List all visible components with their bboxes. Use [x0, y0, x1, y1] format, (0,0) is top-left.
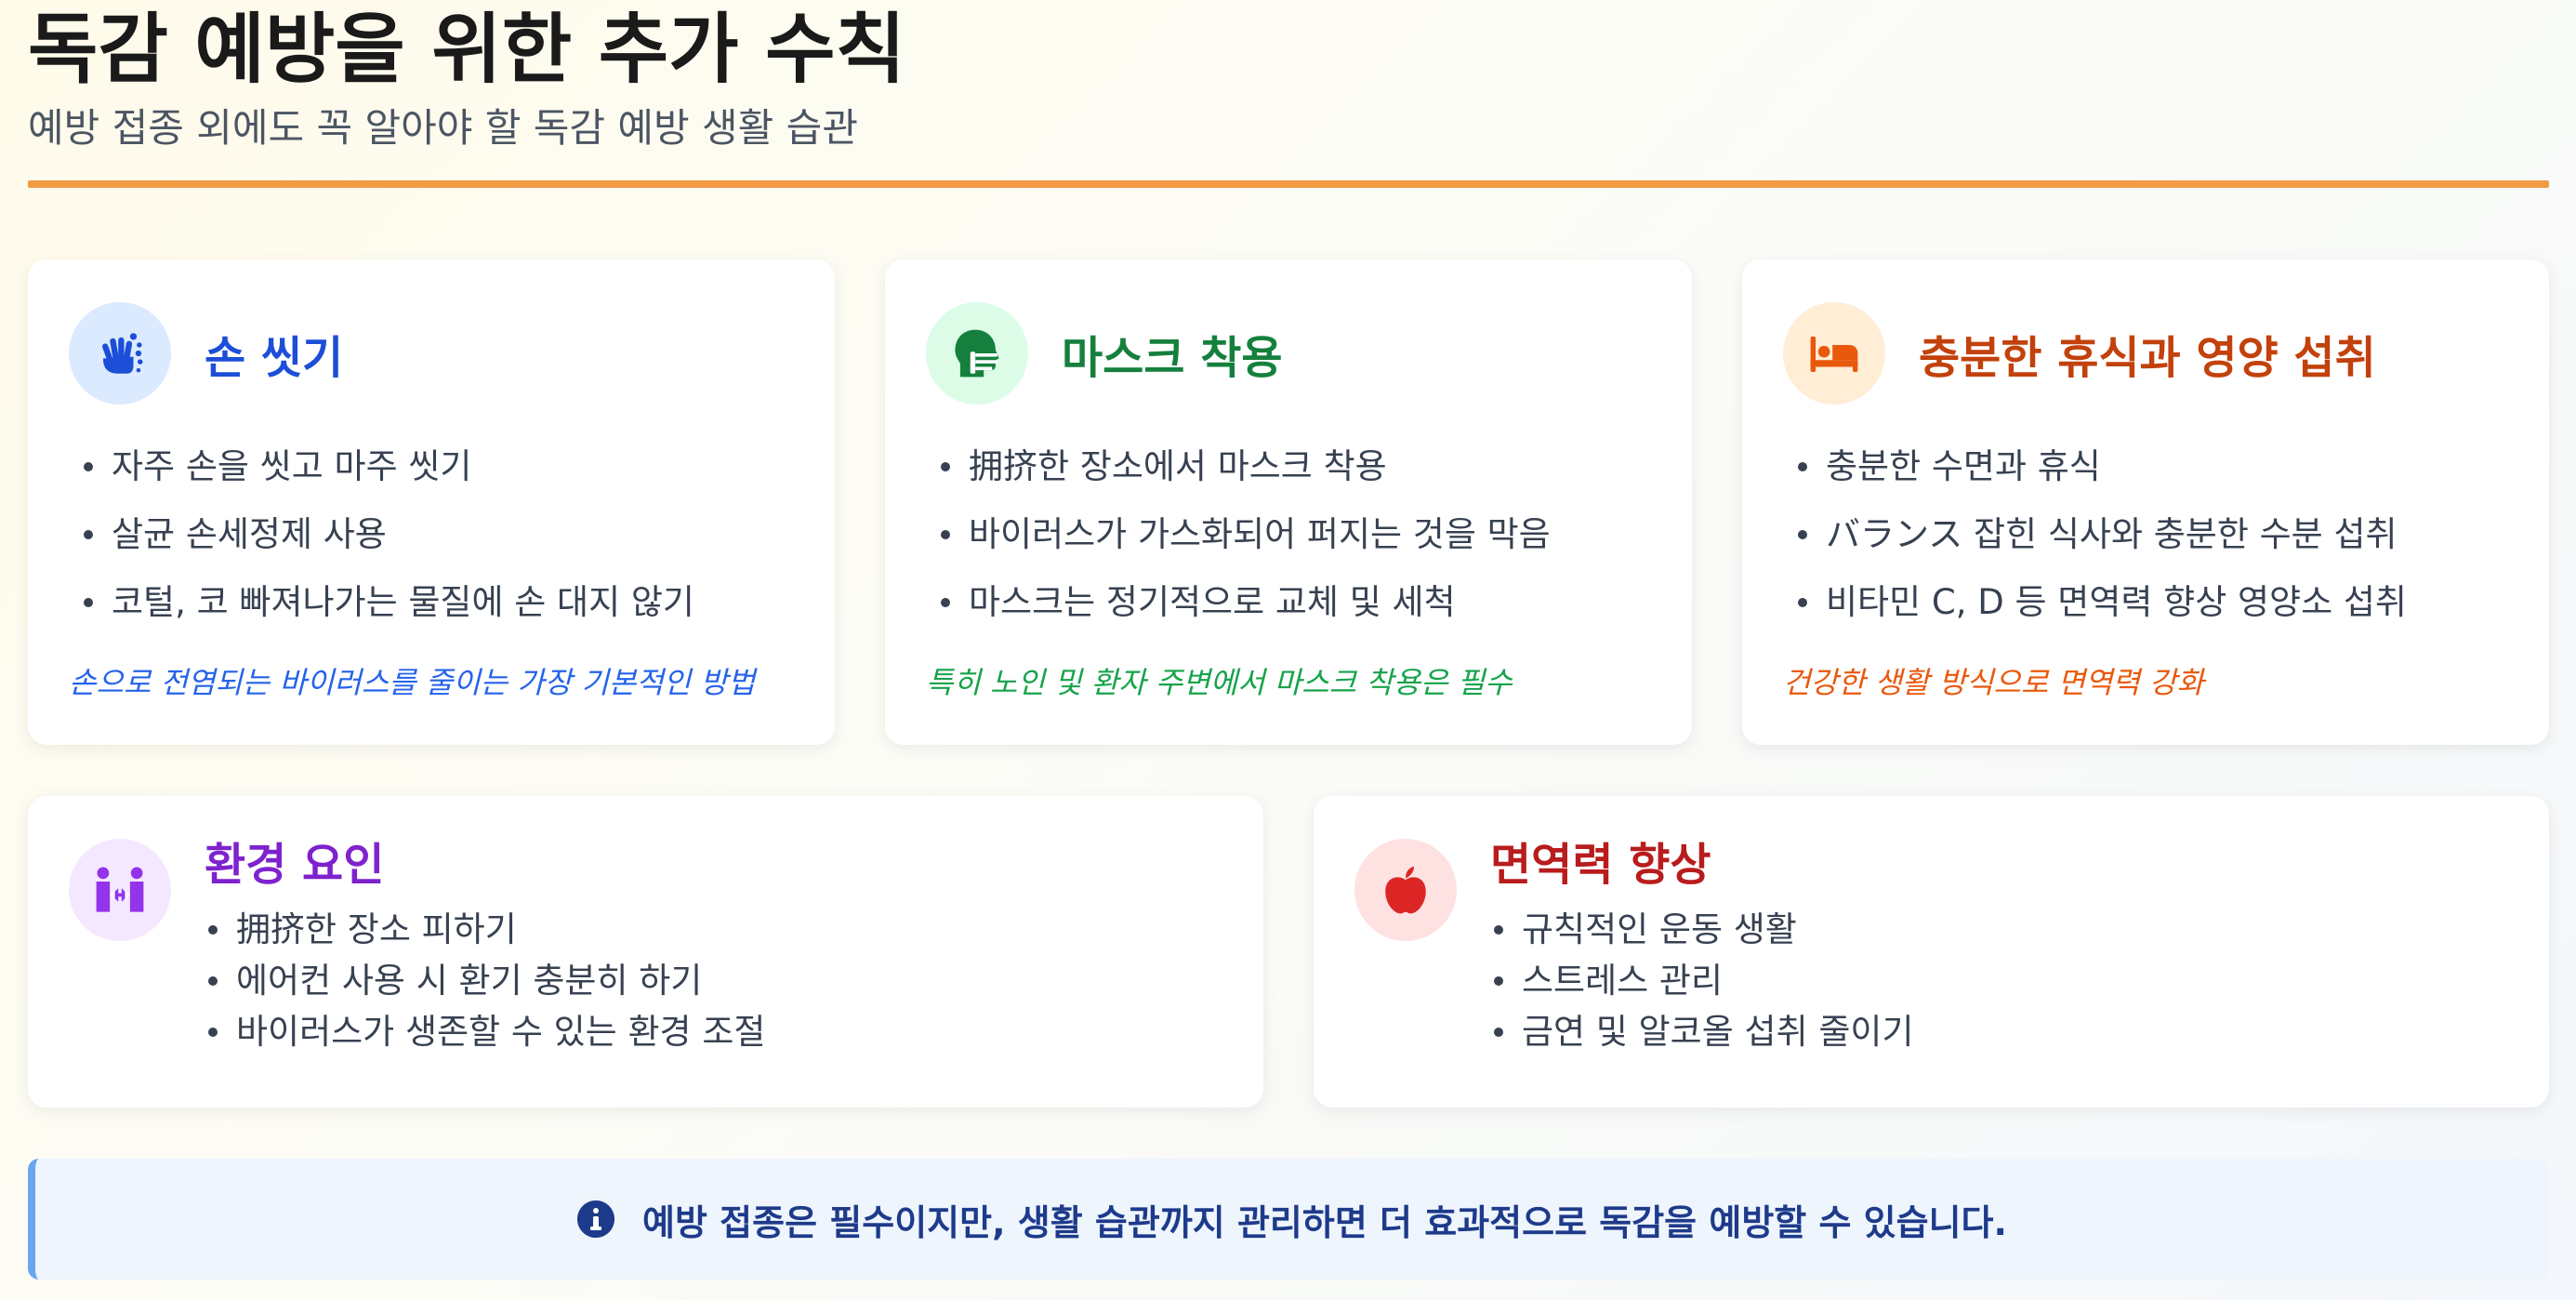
card-note: 특히 노인 및 환자 주변에서 마스크 착용은 필수	[926, 665, 1513, 700]
list-item: 拥挤한 장소 피하기	[205, 904, 765, 955]
card-rest-nutrition: 충분한 휴식과 영양 섭취 충분한 수면과 휴식 バランス 잡힌 식사와 충분한…	[1742, 259, 2549, 745]
list-item: 규칙적인 운동 생활	[1490, 904, 1913, 955]
list-item: 금연 및 알코올 섭취 줄이기	[1490, 1006, 1913, 1057]
list-item: 자주 손을 씻고 마주 씻기	[69, 432, 794, 500]
page: 독감 예방을 위한 추가 수칙 예방 접종 외에도 꼭 알아야 할 독감 예방 …	[28, 0, 2549, 1280]
page-subtitle: 예방 접종 외에도 꼭 알아야 할 독감 예방 생활 습관	[28, 105, 858, 151]
card-header: 충분한 휴식과 영양 섭취	[1783, 302, 2508, 405]
icon-badge	[1354, 839, 1457, 941]
list-item: 충분한 수면과 휴식	[1783, 432, 2508, 500]
card-row-bottom: 환경 요인 拥挤한 장소 피하기 에어컨 사용 시 환기 충분히 하기 바이러스…	[28, 796, 2549, 1108]
card-body: 환경 요인 拥挤한 장소 피하기 에어컨 사용 시 환기 충분히 하기 바이러스…	[205, 839, 765, 1057]
list-item: 마스크는 정기적으로 교체 및 세척	[926, 568, 1651, 636]
card-title: 손 씻기	[205, 332, 344, 384]
bullet-list: 拥挤한 장소에서 마스크 착용 바이러스가 가스화되어 퍼지는 것을 막음 마스…	[926, 432, 1651, 636]
card-note: 손으로 전염되는 바이러스를 줄이는 가장 기본적인 방법	[69, 665, 756, 700]
card-note: 건강한 생활 방식으로 면역력 강화	[1783, 665, 2204, 700]
people-arrows-icon	[96, 867, 144, 912]
list-item: バランス 잡힌 식사와 충분한 수분 섭취	[1783, 500, 2508, 568]
page-title: 독감 예방을 위한 추가 수칙	[28, 6, 906, 94]
banner-text: 예방 접종은 필수이지만, 생활 습관까지 관리하면 더 효과적으로 독감을 예…	[642, 1201, 2007, 1243]
card-immunity: 면역력 향상 규칙적인 운동 생활 스트레스 관리 금연 및 알코올 섭취 줄이…	[1314, 796, 2549, 1108]
list-item: 살균 손세정제 사용	[69, 500, 794, 568]
list-item: 코털, 코 빠져나가는 물질에 손 대지 않기	[69, 568, 794, 636]
info-banner: 예방 접종은 필수이지만, 생활 습관까지 관리하면 더 효과적으로 독감을 예…	[28, 1159, 2549, 1280]
hands-washing-icon	[102, 333, 143, 374]
card-header: 손 씻기	[69, 302, 794, 405]
bullet-list: 자주 손을 씻고 마주 씻기 살균 손세정제 사용 코털, 코 빠져나가는 물질…	[69, 432, 794, 636]
bullet-list: 규칙적인 운동 생활 스트레스 관리 금연 및 알코올 섭취 줄이기	[1490, 904, 1913, 1057]
card-mask: 마스크 착용 拥挤한 장소에서 마스크 착용 바이러스가 가스화되어 퍼지는 것…	[885, 259, 1692, 745]
list-item: 바이러스가 생존할 수 있는 환경 조절	[205, 1006, 765, 1057]
header-divider	[28, 180, 2549, 188]
list-item: 스트레스 관리	[1490, 955, 1913, 1006]
card-title: 충분한 휴식과 영양 섭취	[1919, 332, 2376, 384]
info-circle-icon	[577, 1201, 615, 1238]
apple-icon	[1385, 866, 1426, 914]
bullet-list: 충분한 수면과 휴식 バランス 잡힌 식사와 충분한 수분 섭취 비타민 C, …	[1783, 432, 2508, 636]
card-header: 마스크 착용	[926, 302, 1651, 405]
card-title: 환경 요인	[205, 839, 385, 891]
card-title: 마스크 착용	[1062, 332, 1283, 384]
card-environment: 환경 요인 拥挤한 장소 피하기 에어컨 사용 시 환기 충분히 하기 바이러스…	[28, 796, 1263, 1108]
icon-badge	[1783, 302, 1885, 405]
head-mask-icon	[955, 329, 999, 378]
card-title: 면역력 향상	[1490, 839, 1711, 891]
icon-badge	[69, 839, 171, 941]
icon-badge	[69, 302, 171, 405]
card-body: 면역력 향상 규칙적인 운동 생활 스트레스 관리 금연 및 알코올 섭취 줄이…	[1490, 839, 1913, 1057]
list-item: 바이러스가 가스화되어 퍼지는 것을 막음	[926, 500, 1651, 568]
list-item: 비타민 C, D 등 면역력 향상 영양소 섭취	[1783, 568, 2508, 636]
card-hand-washing: 손 씻기 자주 손을 씻고 마주 씻기 살균 손세정제 사용 코털, 코 빠져나…	[28, 259, 835, 745]
card-row-top: 손 씻기 자주 손을 씻고 마주 씻기 살균 손세정제 사용 코털, 코 빠져나…	[28, 259, 2549, 745]
list-item: 拥挤한 장소에서 마스크 착용	[926, 432, 1651, 500]
icon-badge	[926, 302, 1028, 405]
bullet-list: 拥挤한 장소 피하기 에어컨 사용 시 환기 충분히 하기 바이러스가 생존할 …	[205, 904, 765, 1057]
list-item: 에어컨 사용 시 환기 충분히 하기	[205, 955, 765, 1006]
bed-icon	[1810, 336, 1858, 372]
